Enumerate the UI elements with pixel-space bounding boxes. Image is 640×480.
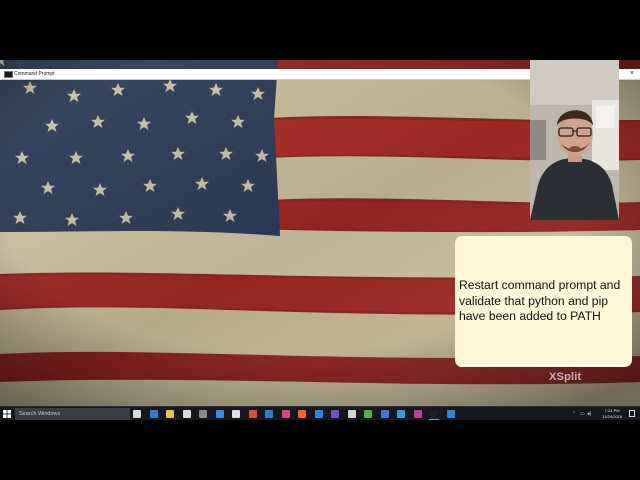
action-center-icon[interactable] <box>629 410 635 417</box>
snipping-tool-icon[interactable] <box>215 410 224 418</box>
volume-icon[interactable]: ◂) <box>587 410 591 418</box>
app-icon-9[interactable] <box>446 410 455 418</box>
app-icon[interactable] <box>265 410 273 418</box>
app-icon-2[interactable] <box>281 410 290 418</box>
app-icon-4[interactable] <box>347 410 356 418</box>
calculator-icon[interactable] <box>199 410 207 418</box>
close-icon[interactable]: × <box>630 69 634 79</box>
taskbar-clock[interactable]: 7:24 PM 11/24/2016 <box>602 408 622 419</box>
taskbar-search-box[interactable]: Search Windows <box>15 408 130 420</box>
presenter-webcam-image <box>530 60 619 220</box>
file-explorer-icon[interactable] <box>166 410 174 418</box>
app-icon-3[interactable] <box>314 410 323 418</box>
task-view-icon[interactable] <box>133 410 141 418</box>
system-tray: ⌃ ▭ ◂) 7:24 PM 11/24/2016 <box>570 407 640 420</box>
window-title: Command Prompt <box>14 71 55 77</box>
command-prompt-icon <box>4 71 13 78</box>
app-icon-8[interactable] <box>413 410 422 418</box>
clock-date: 11/24/2016 <box>602 413 622 419</box>
webcam-overlay <box>530 60 619 220</box>
search-placeholder: Search Windows <box>19 411 61 417</box>
desktop-wallpaper: Command Prompt × Restart command prompt … <box>0 60 640 406</box>
edge-icon[interactable] <box>149 410 158 418</box>
annotation-note: Restart command prompt and validate that… <box>455 236 632 367</box>
store-icon[interactable] <box>182 410 191 418</box>
video-frame: Command Prompt × Restart command prompt … <box>0 60 640 420</box>
command-prompt-icon[interactable] <box>430 410 438 418</box>
tray-chevron-icon[interactable]: ⌃ <box>572 410 576 418</box>
windows-start-icon[interactable] <box>3 410 11 418</box>
clock-time: 7:24 PM <box>604 408 620 413</box>
visual-studio-icon[interactable] <box>331 410 339 418</box>
annotation-text: Restart command prompt and validate that… <box>459 278 621 324</box>
xsplit-watermark: XSplit <box>549 371 582 383</box>
app-icon-5[interactable] <box>364 410 372 418</box>
chrome-icon[interactable] <box>248 410 257 418</box>
windows-taskbar: Search Windows ⌃ ▭ ◂) 7:24 PM 11/24/2016 <box>0 406 640 420</box>
firefox-icon[interactable] <box>298 410 306 418</box>
active-window-indicator <box>429 419 439 420</box>
app-icon-7[interactable] <box>397 410 405 418</box>
network-icon[interactable]: ▭ <box>580 410 585 418</box>
app-icon-6[interactable] <box>380 410 389 418</box>
paint-icon[interactable] <box>232 410 240 418</box>
